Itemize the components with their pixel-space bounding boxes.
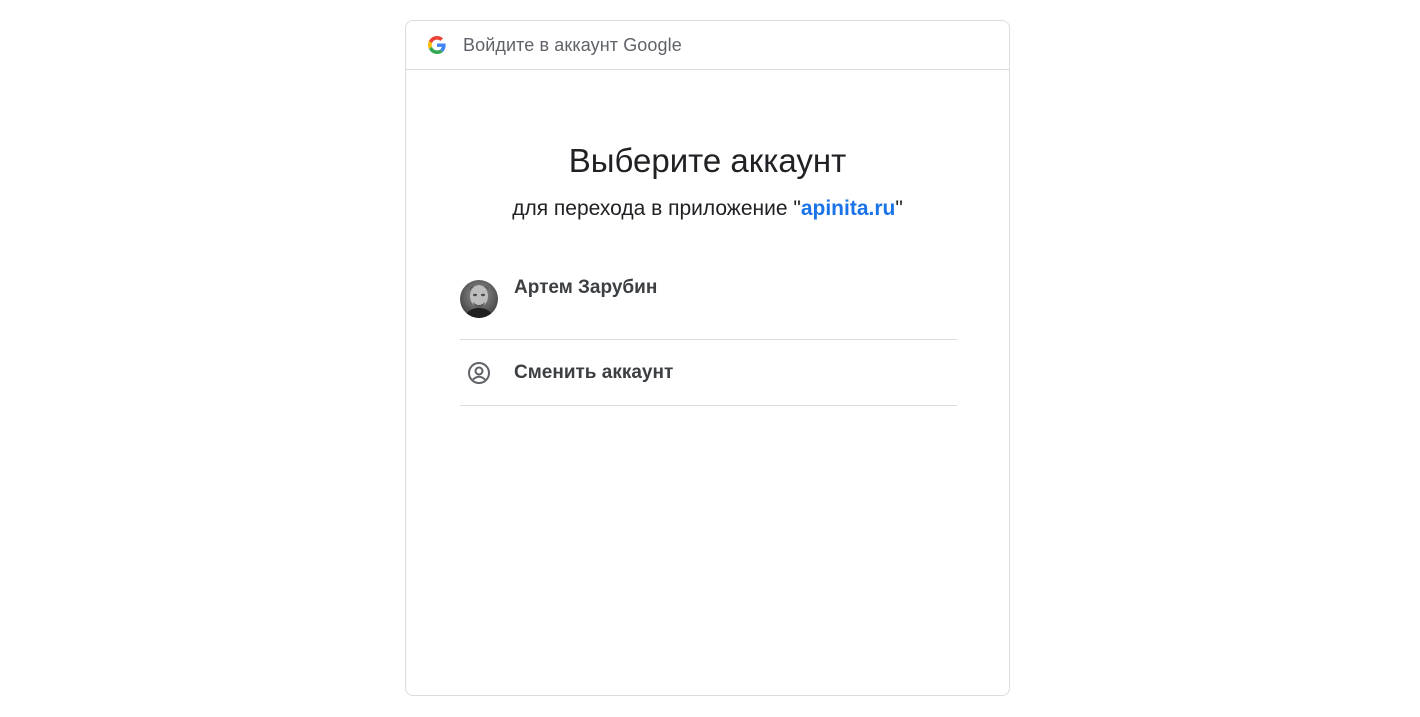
account-item[interactable]: Артем Зарубин	[460, 258, 957, 340]
user-photo-avatar	[460, 280, 498, 318]
account-name: Артем Зарубин	[514, 277, 658, 298]
card-header: Войдите в аккаунт Google	[406, 21, 1009, 70]
switch-account-label: Сменить аккаунт	[514, 362, 674, 383]
google-g-icon	[428, 36, 446, 54]
subtitle-suffix: "	[895, 197, 903, 220]
account-circle-icon	[467, 361, 491, 385]
account-list: Артем Зарубин Сменить аккаунт	[460, 258, 957, 406]
sign-in-card: Войдите в аккаунт Google Выберите аккаун…	[405, 20, 1010, 696]
page-title: Выберите аккаунт	[568, 142, 847, 179]
app-name-link[interactable]: apinita.ru	[801, 197, 896, 220]
page-subtitle: для перехода в приложение "apinita.ru"	[406, 197, 1009, 221]
switch-account-button[interactable]: Сменить аккаунт	[460, 340, 957, 406]
header-title: Войдите в аккаунт Google	[463, 34, 682, 55]
subtitle-prefix: для перехода в приложение "	[512, 197, 801, 220]
